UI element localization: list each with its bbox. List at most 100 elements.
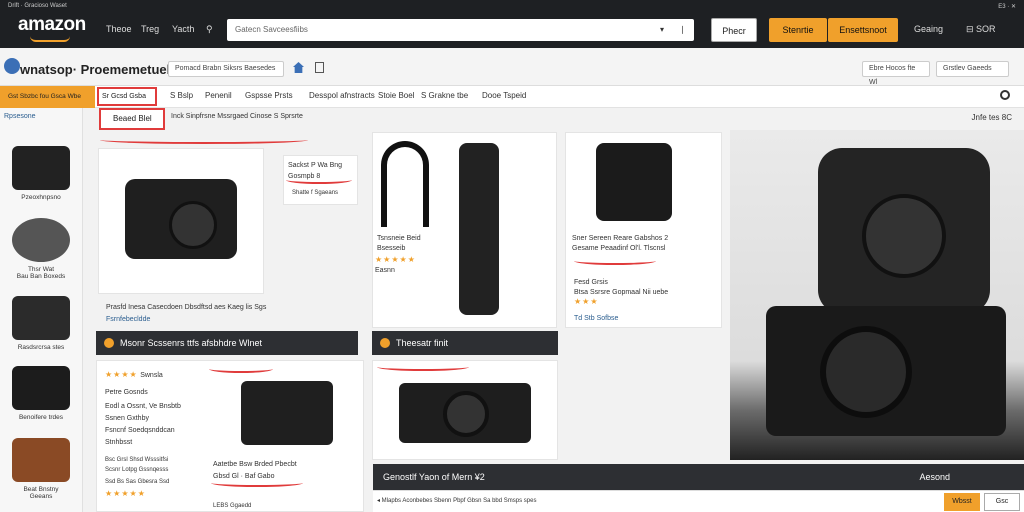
sidebar-item-5[interactable]: Beat Bnstny Geeans bbox=[5, 438, 77, 500]
speaker-product-image bbox=[596, 143, 672, 221]
camera-bag-image bbox=[12, 296, 70, 340]
product-caption: Prasfd Inesa Casecdoen Dbsdftsd aes Kaeg… bbox=[106, 304, 267, 311]
hero-camera-lens-image bbox=[820, 326, 912, 418]
product-title[interactable]: Sner Sereen Reare Gabshos 2 bbox=[572, 235, 668, 242]
camera-lens-image bbox=[443, 391, 489, 437]
category-item[interactable]: Dooe Tspeid bbox=[482, 91, 526, 100]
chevron-down-icon[interactable]: ▾ bbox=[660, 19, 664, 41]
top-tiny-text-left: Drift · Gracioso Waset bbox=[8, 3, 67, 9]
category-item[interactable]: Penenil bbox=[205, 91, 232, 100]
yellow-button-2[interactable]: Ensettsnoot bbox=[828, 18, 898, 42]
home-icon[interactable] bbox=[293, 62, 304, 73]
sidebar-item-2[interactable]: Thsr Wat Bau Ban Boxeds bbox=[5, 218, 77, 280]
category-item[interactable]: S Grakne tbe bbox=[421, 91, 468, 100]
amazon-smile-icon bbox=[30, 36, 70, 42]
top-tiny-text-right[interactable]: E3 · ✕ bbox=[998, 3, 1016, 10]
product-line-1: Petre Gosnds bbox=[105, 389, 148, 396]
product-card-camera-case[interactable]: ★★★★ Swnsla Petre Gosnds Eodl a Ossnt, V… bbox=[96, 360, 364, 512]
breadcrumb[interactable]: Pomacd Brabn Siksrs Baesedes bbox=[168, 61, 284, 77]
nav-link-2[interactable]: Treg bbox=[141, 24, 159, 34]
bookmark-icon[interactable] bbox=[315, 62, 324, 73]
rating-stars: ★★★★★ bbox=[375, 255, 416, 264]
product-title[interactable]: Tsnsneie Beid bbox=[377, 235, 421, 242]
yellow-button-1[interactable]: Stenrtie bbox=[769, 18, 827, 42]
section-bar-1[interactable]: Msonr Scssenrs ttfs afsbhdre Wlnet bbox=[96, 331, 358, 355]
product-line-4: Fsncnf Soedqsnddcan bbox=[105, 427, 175, 434]
bottom-info-bar: Genostlf Yaon of Mern ¥2 Aesond bbox=[373, 464, 1024, 490]
product-subtitle: Bsesseib bbox=[377, 245, 406, 252]
section-bar-2[interactable]: Theesatr finit bbox=[372, 331, 558, 355]
black-bag-image bbox=[12, 146, 70, 190]
filter-tab-selected[interactable]: Beaed Blel bbox=[99, 108, 165, 130]
category-badge[interactable]: Gst Sbzbc fou Gsca Wbe bbox=[0, 86, 95, 108]
hero-product-image[interactable] bbox=[730, 130, 1024, 460]
category-item[interactable]: S Bslp bbox=[170, 91, 193, 100]
info-note: Shatte f Sgaeans bbox=[292, 190, 339, 196]
rating-label: Swnsla bbox=[140, 372, 163, 379]
header-link-2[interactable]: ⊟ SOR bbox=[966, 24, 996, 35]
rating-stars: ★★★ bbox=[574, 297, 599, 306]
nav-link-3[interactable]: Yacth bbox=[172, 24, 194, 34]
bottom-right-link[interactable]: Aesond bbox=[919, 464, 950, 490]
search-input[interactable]: Gatecn Savceesfiibs ▾ ❘ bbox=[227, 19, 694, 41]
review-count[interactable]: Easnn bbox=[375, 267, 395, 274]
sidebar-item-3[interactable]: Rasdsrcrsa stes bbox=[5, 296, 77, 351]
text-cursor-icon: ❘ bbox=[679, 25, 686, 34]
round-case-image bbox=[12, 218, 70, 262]
product-card-speaker[interactable]: Sner Sereen Reare Gabshos 2 Gesame Peaad… bbox=[565, 132, 722, 328]
category-item[interactable]: Desspol afnstracts bbox=[309, 91, 375, 100]
bottom-title: Genostlf Yaon of Mern ¥2 bbox=[383, 472, 485, 482]
bottom-yellow-button[interactable]: Wbsst bbox=[944, 493, 980, 511]
product-detail-1: Fesd Grsis bbox=[574, 279, 608, 286]
product-title[interactable]: Aatetbe Bsw Brded Pbecbt bbox=[213, 461, 297, 468]
product-card-headphones[interactable]: Tsnsneie Beid Bsesseib ★★★★★ Easnn bbox=[372, 132, 557, 328]
sidebar: Rpsesone Pzeoxhnpsno Thsr Wat Bau Ban Bo… bbox=[0, 108, 83, 512]
product-link[interactable]: Td Stb Sofbse bbox=[574, 315, 618, 322]
location-icon[interactable]: ⚲ bbox=[206, 24, 213, 35]
category-item[interactable]: Stoie Boel bbox=[378, 91, 414, 100]
store-brand-title[interactable]: wnatsop· Proememetuek bbox=[20, 62, 174, 77]
bottom-strip: ◂ Mlapbs Aconbebes Sbenn Pbpf Gbsn Sa bb… bbox=[373, 490, 1024, 512]
bullet-icon bbox=[104, 338, 114, 348]
category-badge-label: Gst Sbzbc fou Gsca Wbe bbox=[8, 93, 81, 100]
red-underline-annotation bbox=[209, 365, 273, 373]
bottom-secondary-button[interactable]: Gsc bbox=[984, 493, 1020, 511]
info-title: Sackst P Wa Bng bbox=[288, 162, 343, 169]
product-line-3: Ssnen Gxthby bbox=[105, 415, 149, 422]
sidebar-item-1[interactable]: Pzeoxhnpsno bbox=[5, 146, 77, 201]
rating-stars: ★★★★★ bbox=[105, 489, 146, 498]
sidebar-item-4[interactable]: Benoifere trdes bbox=[5, 366, 77, 421]
product-card-mirrorless-camera[interactable] bbox=[372, 360, 558, 460]
leather-bag-image bbox=[12, 438, 70, 482]
filter-pill-2[interactable]: Grstlev Gaeeds bbox=[936, 61, 1009, 77]
search-icon[interactable] bbox=[1000, 90, 1010, 100]
product-line-5: Stnhbsst bbox=[105, 439, 133, 446]
hero-case-lens-image bbox=[862, 194, 946, 278]
product-link[interactable]: Fsrnfebecldde bbox=[106, 316, 150, 323]
product-small-1: Bsc Grsl Shsd Wsssitfsi bbox=[105, 457, 169, 463]
results-count: Jnfe tes 8C bbox=[971, 113, 1012, 122]
product-small-3: Ssd Bs Sas Gbesra Ssd bbox=[105, 479, 170, 485]
sidebar-item-label: Rasdsrcrsa stes bbox=[17, 344, 65, 351]
bottom-strip-text[interactable]: ◂ Mlapbs Aconbebes Sbenn Pbpf Gbsn Sa bb… bbox=[377, 497, 536, 504]
product-line-2: Eodl a Ossnt, Ve Bnsbtb bbox=[105, 403, 181, 410]
category-item-selected[interactable]: Sr Gcsd Gsba bbox=[97, 87, 157, 106]
sidebar-title[interactable]: Rpsesone bbox=[4, 113, 36, 120]
sidebar-item-label: Pzeoxhnpsno bbox=[21, 194, 61, 201]
nav-link-1[interactable]: Theoe bbox=[106, 24, 132, 34]
section-bar-title: Theesatr finit bbox=[396, 338, 449, 348]
sort-text[interactable]: Inck Sinpfrsne Mssrgaed Cinose S Sprsrte bbox=[171, 113, 303, 120]
product-subtitle: Gesame Peaadinf Ol'l. Tlscnsl bbox=[572, 245, 666, 252]
filter-pill-1[interactable]: Ebre Hocos fte Wl bbox=[862, 61, 930, 86]
amazon-logo[interactable]: amazon bbox=[18, 14, 86, 36]
product-info-box: Sackst P Wa Bng Gosmpb 8 Shatte f Sgaean… bbox=[283, 155, 358, 205]
speaker-image bbox=[459, 143, 499, 315]
product-image-card[interactable] bbox=[98, 148, 264, 294]
sidebar-item-label: Beat Bnstny Geeans bbox=[23, 486, 59, 500]
category-item[interactable]: Gspsse Prsts bbox=[245, 91, 293, 100]
product-detail-2: Btsa Ssrsre Gopmaal Nii uebe bbox=[574, 289, 669, 296]
section-bar-title: Msonr Scssenrs ttfs afsbhdre Wlnet bbox=[120, 338, 263, 348]
header-link-1[interactable]: Geaing bbox=[914, 24, 943, 34]
red-underline-annotation bbox=[100, 136, 308, 144]
primary-button[interactable]: Phecr bbox=[711, 18, 757, 42]
